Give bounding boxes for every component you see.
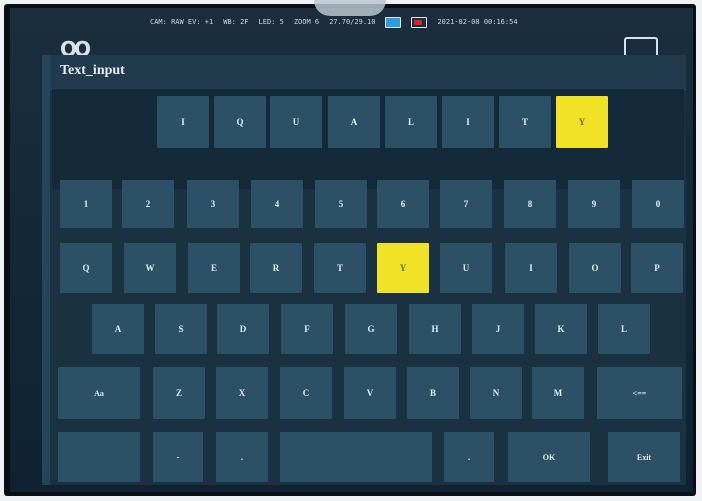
white-balance: WB: 2F [223,18,249,26]
status-bar: CAM: RAW EV: +1 WB: 2F LED: 5 ZOOM 6 27.… [150,15,518,29]
key-shift-case[interactable]: Aa [58,367,140,419]
space-key[interactable] [280,432,432,482]
measurement-value: 27.70/29.10 [329,18,376,26]
key-g[interactable]: G [345,304,397,354]
key-e[interactable]: E [188,243,240,293]
key-j[interactable]: J [472,304,524,354]
key-dot[interactable]: . [444,432,494,482]
datetime: 2021-02-08 00:16:54 [437,18,518,26]
key-w[interactable]: W [124,243,176,293]
key-q[interactable]: Q [60,243,112,293]
input-char: U [270,96,322,148]
key-0[interactable]: 0 [632,180,684,228]
key-s[interactable]: S [155,304,207,354]
ok-button[interactable]: OK [508,432,590,482]
key-blank[interactable] [58,432,140,482]
battery-icon [385,16,402,28]
key-dash[interactable]: - [153,432,203,482]
camera-mode: CAM: RAW EV: +1 [150,18,214,26]
key-3[interactable]: 3 [187,180,239,228]
key-v[interactable]: V [344,367,396,419]
key-p[interactable]: P [631,243,683,293]
key-8[interactable]: 8 [504,180,556,228]
key-x[interactable]: X [216,367,268,419]
key-o[interactable]: O [569,243,621,293]
dialog-title: Text_input [60,63,125,78]
input-char: I [442,96,494,148]
key-t[interactable]: T [314,243,366,293]
key-7[interactable]: 7 [440,180,492,228]
key-d[interactable]: D [217,304,269,354]
input-char: Q [214,96,266,148]
key-b[interactable]: B [407,367,459,419]
key-r[interactable]: R [250,243,302,293]
key-4[interactable]: 4 [251,180,303,228]
dialog-title-bar: Text_input [50,55,686,90]
key-f[interactable]: F [281,304,333,354]
key-1[interactable]: 1 [60,180,112,228]
input-char: I [157,96,209,148]
zoom-level: ZOOM 6 [293,18,320,26]
key-n[interactable]: N [470,367,522,419]
key-l[interactable]: L [598,304,650,354]
input-char: T [499,96,551,148]
input-char: Y [556,96,608,148]
key-c[interactable]: C [280,367,332,419]
key-5[interactable]: 5 [315,180,367,228]
text-input-dialog: Text_input IQUALITY1234567890QWERTYUIOPA… [50,55,686,485]
key-2[interactable]: 2 [122,180,174,228]
backspace-key[interactable]: <== [597,367,682,419]
key-z[interactable]: Z [153,367,205,419]
key-a[interactable]: A [92,304,144,354]
led-level: LED: 5 [258,18,284,26]
exit-button[interactable]: Exit [608,432,680,482]
key-y[interactable]: Y [377,243,429,293]
key-6[interactable]: 6 [377,180,429,228]
key-period[interactable]: . [216,432,268,482]
key-i[interactable]: I [505,243,557,293]
record-icon [411,16,428,28]
key-m[interactable]: M [532,367,584,419]
key-u[interactable]: U [440,243,492,293]
key-k[interactable]: K [535,304,587,354]
key-h[interactable]: H [409,304,461,354]
top-pull-tab[interactable] [314,0,386,16]
input-char: A [328,96,380,148]
key-9[interactable]: 9 [568,180,620,228]
input-char: L [385,96,437,148]
